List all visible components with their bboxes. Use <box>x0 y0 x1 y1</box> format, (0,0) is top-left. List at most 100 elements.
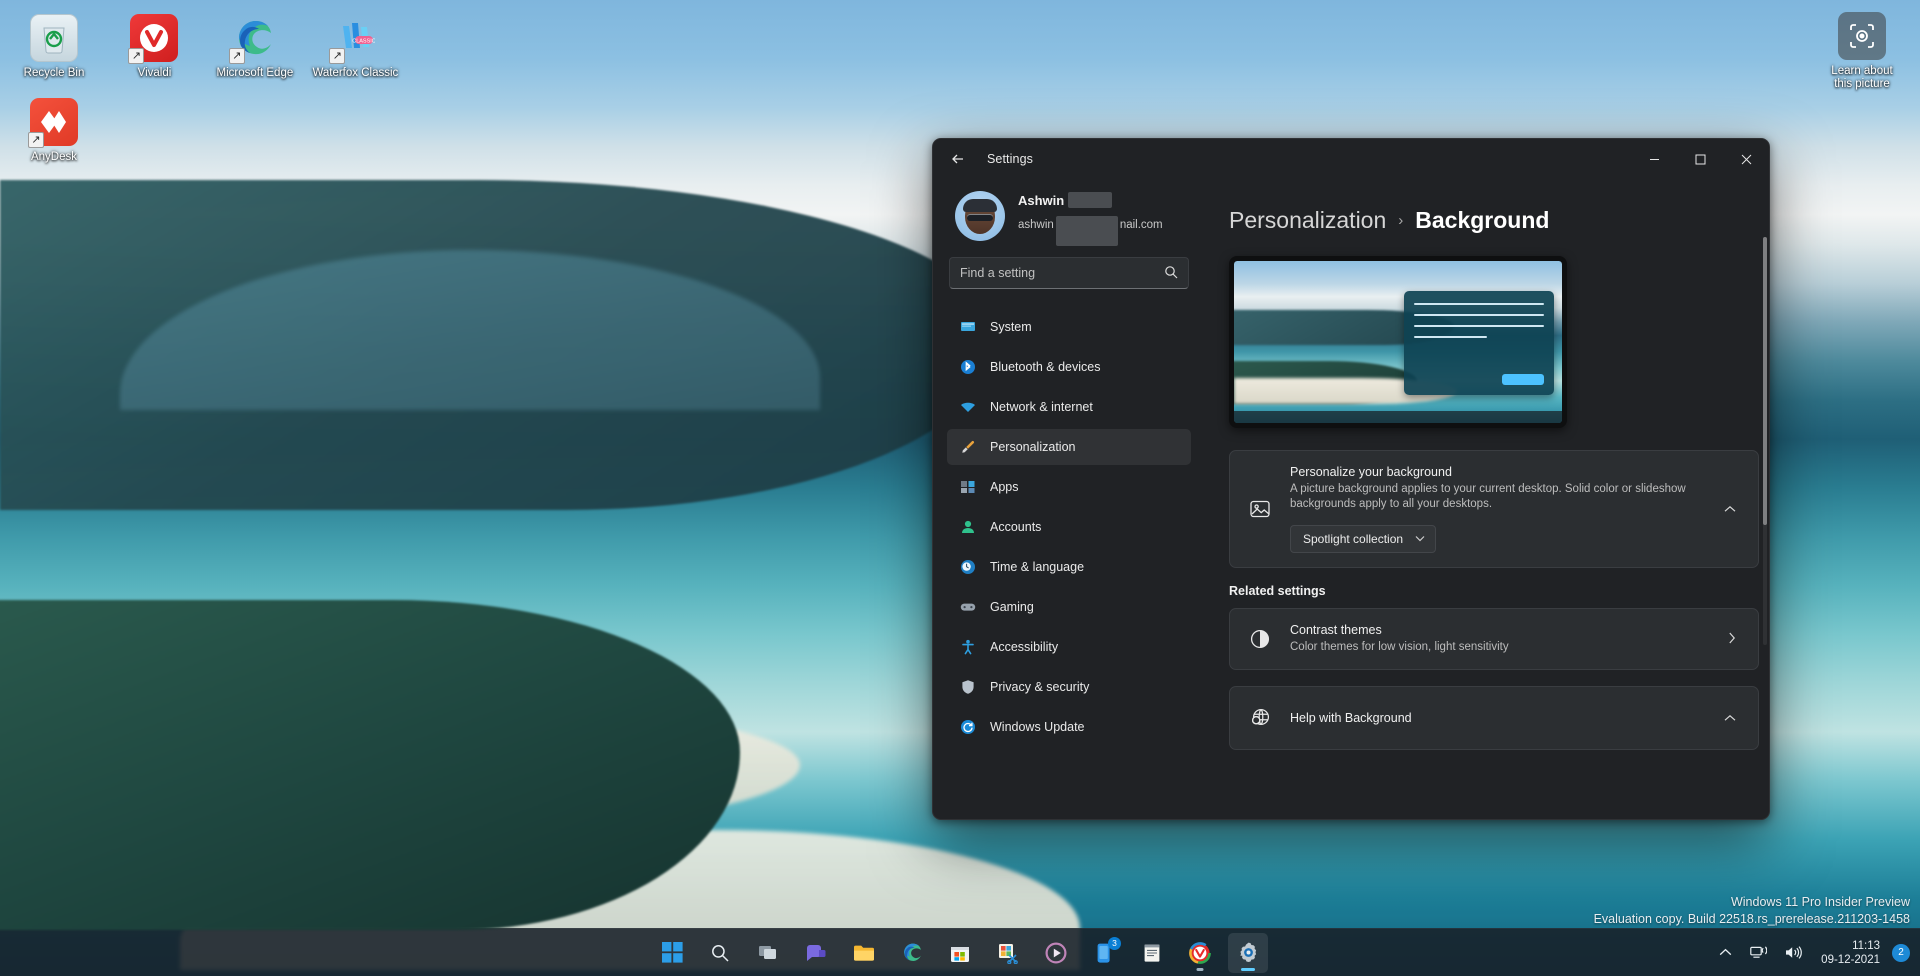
desktop-icon-label: AnyDesk <box>30 151 78 163</box>
navigation-list: System Bluetooth & devices Network & int… <box>947 303 1191 749</box>
volume-icon[interactable] <box>1778 935 1809 971</box>
maximize-button[interactable] <box>1677 139 1723 179</box>
page-title: Background <box>1415 207 1550 233</box>
notification-badge[interactable]: 2 <box>1892 943 1910 962</box>
microsoft-edge-icon: ↗ <box>228 14 279 64</box>
main-scrollbar[interactable] <box>1763 237 1767 645</box>
task-view-button[interactable] <box>748 933 788 973</box>
notepad-button[interactable] <box>1132 933 1172 973</box>
network-icon[interactable] <box>1743 935 1774 971</box>
sidebar-item-network-internet[interactable]: Network & internet <box>947 389 1191 425</box>
phone-link-button[interactable]: 3 <box>1084 933 1124 973</box>
redacted-name-block <box>1068 192 1113 208</box>
start-button[interactable] <box>652 933 692 973</box>
edge-button[interactable] <box>892 933 932 973</box>
main-content: Personalization › Background Personalize… <box>1203 179 1769 819</box>
related-settings-heading: Related settings <box>1229 584 1326 598</box>
back-button[interactable] <box>941 144 975 174</box>
desktop-icon-label: Waterfox Classic <box>312 67 399 79</box>
contrast-themes-row[interactable]: Contrast themes Color themes for low vis… <box>1229 608 1759 670</box>
sidebar-item-gaming[interactable]: Gaming <box>947 589 1191 625</box>
help-with-background-card[interactable]: Help with Background <box>1229 686 1759 750</box>
settings-button[interactable] <box>1228 932 1268 973</box>
desktop-icon-vivaldi[interactable]: ↗ Vivaldi <box>108 8 200 86</box>
desktop-icon-recycle-bin[interactable]: Recycle Bin <box>8 8 100 86</box>
snipping-tool-button[interactable] <box>988 933 1028 973</box>
media-player-button[interactable] <box>1036 933 1076 973</box>
chevron-right-icon[interactable] <box>1722 632 1742 647</box>
help-card-title: Help with Background <box>1290 711 1412 725</box>
desktop-icon-microsoft-edge[interactable]: ↗ Microsoft Edge <box>209 8 301 86</box>
update-icon <box>959 719 976 736</box>
sidebar-item-label: Windows Update <box>990 720 1085 734</box>
spotlight-camera-icon <box>1838 12 1886 60</box>
search-input[interactable] <box>960 266 1158 280</box>
sidebar-item-accessibility[interactable]: Accessibility <box>947 629 1191 665</box>
search-icon <box>1164 265 1178 282</box>
learn-about-this-picture-button[interactable]: Learn about this picture <box>1816 6 1908 97</box>
personalize-background-card[interactable]: Personalize your background A picture ba… <box>1229 450 1759 568</box>
preview-wallpaper <box>1234 261 1562 423</box>
account-name: Ashwin <box>1018 192 1065 208</box>
watermark-line-2: Evaluation copy. Build 22518.rs_prerelea… <box>1593 912 1910 926</box>
anydesk-icon: ↗ <box>28 98 78 148</box>
search-box[interactable] <box>949 257 1189 289</box>
minimize-button[interactable] <box>1631 139 1677 179</box>
help-card-expand-icon[interactable] <box>1718 711 1742 725</box>
breadcrumb: Personalization › Background <box>1229 207 1759 234</box>
phone-link-badge: 3 <box>1108 936 1121 950</box>
chat-button[interactable] <box>796 933 836 973</box>
chevron-down-icon <box>1415 534 1425 544</box>
preview-mock-window <box>1404 291 1554 395</box>
personalize-card-description: A picture background applies to your cur… <box>1290 483 1686 510</box>
account-email-row: ashwin nail.com <box>1018 210 1163 246</box>
desktop[interactable]: Recycle Bin ↗ Vivaldi ↗ Microsoft Edge C… <box>0 0 1920 976</box>
accounts-icon <box>959 519 976 536</box>
close-button[interactable] <box>1723 139 1769 179</box>
avatar <box>955 191 1005 241</box>
background-type-dropdown[interactable]: Spotlight collection <box>1290 525 1437 553</box>
settings-window[interactable]: Settings Ashwin ashwin nail.com Find a s… <box>932 138 1770 820</box>
system-icon <box>959 319 976 336</box>
sidebar-item-privacy-security[interactable]: Privacy & security <box>947 669 1191 705</box>
clock[interactable]: 11:13 09-12-2021 <box>1813 939 1888 967</box>
microsoft-store-button[interactable] <box>940 933 980 973</box>
desktop-icon-anydesk[interactable]: ↗ AnyDesk <box>8 92 100 170</box>
shield-icon <box>959 679 976 696</box>
svg-text:CLASSIC: CLASSIC <box>353 39 376 45</box>
scrollbar-thumb[interactable] <box>1763 237 1767 525</box>
clock-date: 09-12-2021 <box>1821 953 1880 966</box>
desktop-icon-label: Vivaldi <box>137 67 172 79</box>
waterfox-classic-icon: CLASSIC ↗ <box>329 14 379 64</box>
taskbar[interactable]: 3 11:13 09-12-2021 2 <box>0 928 1920 976</box>
desktop-icon-waterfox-classic[interactable]: CLASSIC ↗ Waterfox Classic <box>309 8 401 86</box>
watermark-line-1: Windows 11 Pro Insider Preview <box>1730 895 1910 909</box>
sidebar-item-apps[interactable]: Apps <box>947 469 1191 505</box>
account-email-suffix: nail.com <box>1119 219 1163 231</box>
window-title: Settings <box>987 152 1033 166</box>
sidebar-item-time-language[interactable]: Time & language <box>947 549 1191 585</box>
desktop-icon-grid: Recycle Bin ↗ Vivaldi ↗ Microsoft Edge C… <box>0 0 403 176</box>
redacted-email-block <box>1055 216 1118 246</box>
file-explorer-button[interactable] <box>844 933 884 973</box>
personalize-card-expand-icon[interactable] <box>1718 502 1742 516</box>
sidebar-item-accounts[interactable]: Accounts <box>947 509 1191 545</box>
taskbar-search-button[interactable] <box>700 933 740 973</box>
sidebar-item-label: Privacy & security <box>990 680 1090 694</box>
sidebar-item-label: Accessibility <box>990 640 1059 654</box>
apps-icon <box>959 479 976 496</box>
sidebar-item-label: Bluetooth & devices <box>990 360 1101 374</box>
sidebar-item-personalization[interactable]: Personalization <box>947 429 1191 465</box>
sidebar-item-label: Personalization <box>990 440 1076 454</box>
title-bar[interactable]: Settings <box>933 139 1769 179</box>
account-header[interactable]: Ashwin ashwin nail.com <box>947 179 1191 257</box>
vivaldi-button[interactable] <box>1180 933 1220 973</box>
sidebar-item-windows-update[interactable]: Windows Update <box>947 709 1191 745</box>
sidebar-item-bluetooth-devices[interactable]: Bluetooth & devices <box>947 349 1191 385</box>
window-controls <box>1631 139 1769 179</box>
globe-help-icon <box>1246 704 1274 732</box>
breadcrumb-parent[interactable]: Personalization <box>1229 207 1386 234</box>
sidebar-item-system[interactable]: System <box>947 309 1191 345</box>
tray-overflow-button[interactable] <box>1712 935 1739 971</box>
shortcut-overlay-icon: ↗ <box>329 48 346 64</box>
